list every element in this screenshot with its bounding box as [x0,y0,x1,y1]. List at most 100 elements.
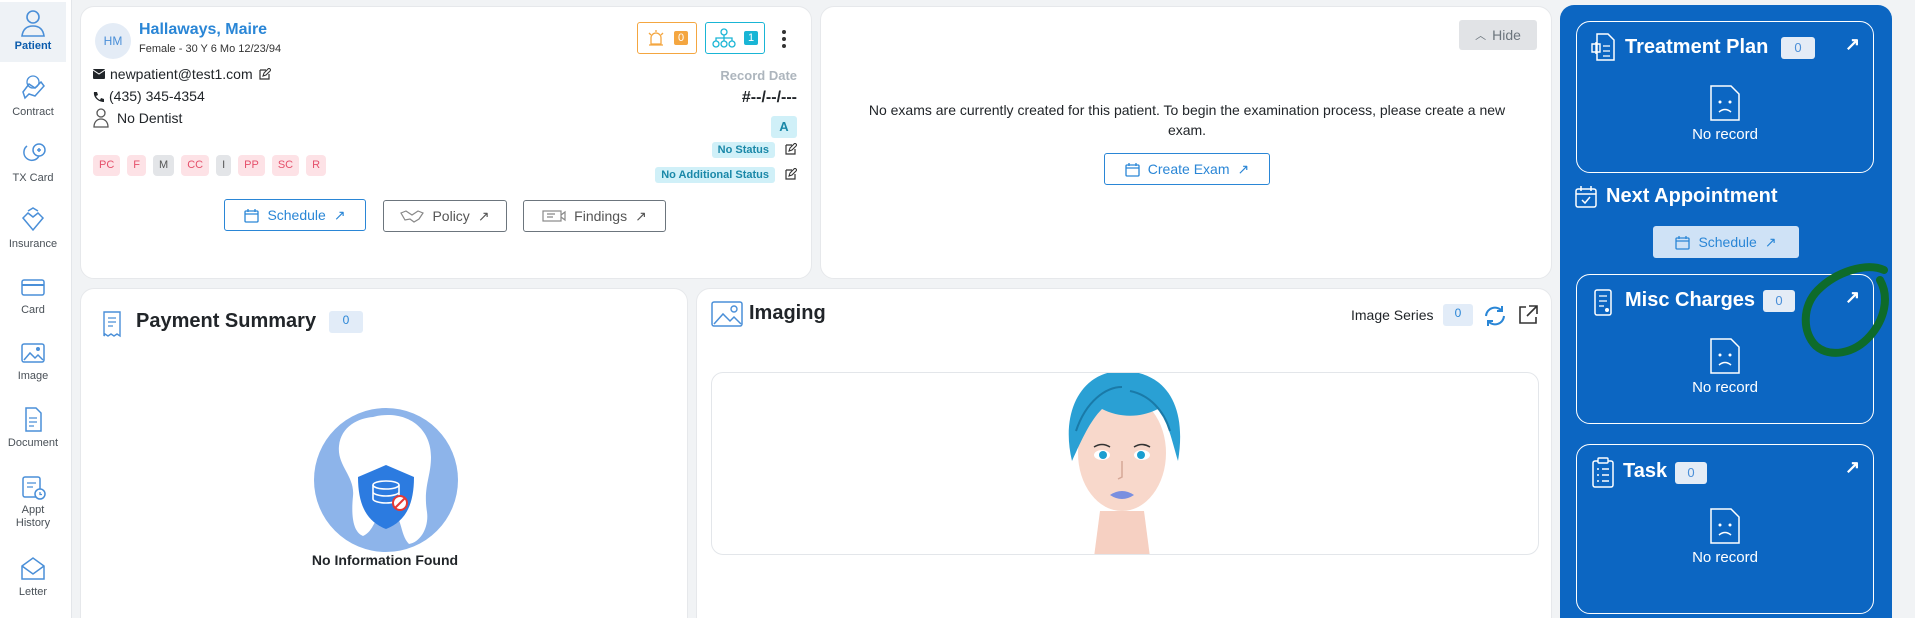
payment-summary-title: Payment Summary [136,310,317,332]
family-button[interactable]: 1 [705,22,765,54]
sidebar-item-tx-card[interactable]: TX Card [0,134,66,194]
empty-file-icon [1710,338,1740,374]
refresh-icon[interactable] [1482,303,1508,329]
additional-status-badge: No Additional Status [655,167,775,183]
sidebar-label: Contract [12,106,54,118]
phone-row: (435) 345-4354 [93,88,205,104]
patient-name[interactable]: Hallaways, Maire [139,21,267,39]
clipboard-icon [1592,457,1614,488]
hide-button[interactable]: ︿ Hide [1459,20,1537,50]
sidebar-label: Card [21,304,45,316]
treatment-plan-title: Treatment Plan [1625,36,1769,58]
email-row: newpatient@test1.com [93,66,271,82]
edit-status-icon[interactable] [784,143,797,156]
sidebar-item-contract[interactable]: Contract [0,68,66,128]
sidebar-label: TX Card [12,172,54,184]
sidebar-item-insurance[interactable]: Insurance [0,200,66,260]
tag-sc[interactable]: SC [271,155,300,176]
avatar: HM [95,23,131,59]
patient-email: newpatient@test1.com [110,66,253,82]
findings-button[interactable]: Findings ↗ [523,200,666,232]
sidebar-label: Patient [14,40,52,52]
sidebar-item-patient[interactable]: Patient [0,2,66,62]
edit-icon[interactable] [258,67,271,81]
insurance-icon [21,207,45,232]
misc-charges-icon [1594,289,1612,316]
exam-card: ︿ Hide No exams are currently created fo… [820,6,1552,279]
calendar-icon [1675,235,1691,250]
no-information-text: No Information Found [311,552,459,568]
sidebar-item-appt-history[interactable]: Appt History [0,466,66,538]
findings-icon [542,210,566,222]
record-date-label: Record Date [720,68,797,83]
task-open-icon[interactable]: ↗ [1845,457,1860,478]
findings-label: Findings [574,208,628,224]
tag-pp[interactable]: PP [238,155,265,176]
calendar-check-icon [1575,186,1597,208]
image-preview-area[interactable] [711,372,1539,555]
tag-pc[interactable]: PC [93,155,121,176]
image-icon [21,343,45,363]
next-appointment-title: Next Appointment [1606,185,1778,207]
tag-cc[interactable]: CC [181,155,210,176]
contract-icon [22,75,45,100]
image-series-label: Image Series [1351,307,1434,323]
phone-icon [93,91,104,102]
treatment-plan-open-icon[interactable]: ↗ [1845,34,1860,55]
task-count: 0 [1675,462,1707,484]
sidebar-item-card[interactable]: Card [0,266,66,326]
task-empty: No record [1692,549,1758,566]
receipt-icon [103,311,121,338]
misc-charges-count: 0 [1763,290,1795,312]
misc-charges-empty: No record [1692,379,1758,396]
tx-card-icon [23,143,46,162]
sidebar-item-letter[interactable]: Letter [0,548,66,608]
sidebar-label: Appt [21,504,45,516]
task-box[interactable]: Task 0 ↗ No record [1576,444,1874,614]
patient-dentist: No Dentist [117,110,183,126]
family-count: 1 [743,31,759,45]
policy-button[interactable]: Policy ↗ [383,200,507,232]
treatment-plan-box[interactable]: Treatment Plan 0 ↗ No record [1576,21,1874,173]
external-arrow-icon: ↗ [333,206,346,223]
status-badge: No Status [711,142,775,158]
sidebar-label: Insurance [8,238,58,250]
imaging-card: Imaging Image Series 0 [696,288,1552,618]
tag-m[interactable]: M [153,155,175,176]
edit-additional-status-icon[interactable] [784,168,797,181]
open-external-icon[interactable] [1517,304,1539,326]
external-arrow-icon: ↗ [477,207,490,224]
sidebar-item-document[interactable]: Document [0,399,66,459]
handshake-icon [400,210,425,223]
letter-icon [21,557,45,580]
task-title: Task [1623,460,1668,482]
empty-file-icon [1710,85,1740,121]
record-date-value: #--/--/--- [741,89,797,106]
imaging-title: Imaging [749,302,826,324]
imaging-icon [711,301,743,327]
schedule-label: Schedule [1698,234,1757,250]
schedule-button[interactable]: Schedule ↗ [224,199,366,231]
exam-empty-message: No exams are currently created for this … [868,102,1506,138]
document-icon [25,407,42,432]
external-arrow-icon: ↗ [635,207,647,224]
tag-r[interactable]: R [306,155,327,176]
next-appointment-schedule-button[interactable]: Schedule ↗ [1653,226,1799,258]
alarm-icon [648,30,664,46]
envelope-icon [93,69,105,79]
sidebar-item-image[interactable]: Image [0,332,66,392]
sidebar-label: Document [7,437,59,449]
tag-i[interactable]: I [216,155,232,176]
payment-summary-card: Payment Summary 0 No Information Found [80,288,688,618]
dentist-row: No Dentist [93,108,182,128]
annotation-circle-mark [1801,263,1889,357]
appointment-history-icon [22,476,46,500]
alerts-button[interactable]: 0 [637,22,697,54]
no-data-illustration-icon [314,408,458,552]
create-exam-button[interactable]: Create Exam ↗ [1104,153,1270,185]
policy-label: Policy [432,208,470,224]
schedule-label: Schedule [267,207,326,223]
more-options-icon[interactable] [773,23,795,55]
tag-f[interactable]: F [127,155,147,176]
patient-tags: PC F M CC I PP SC R [93,155,333,176]
